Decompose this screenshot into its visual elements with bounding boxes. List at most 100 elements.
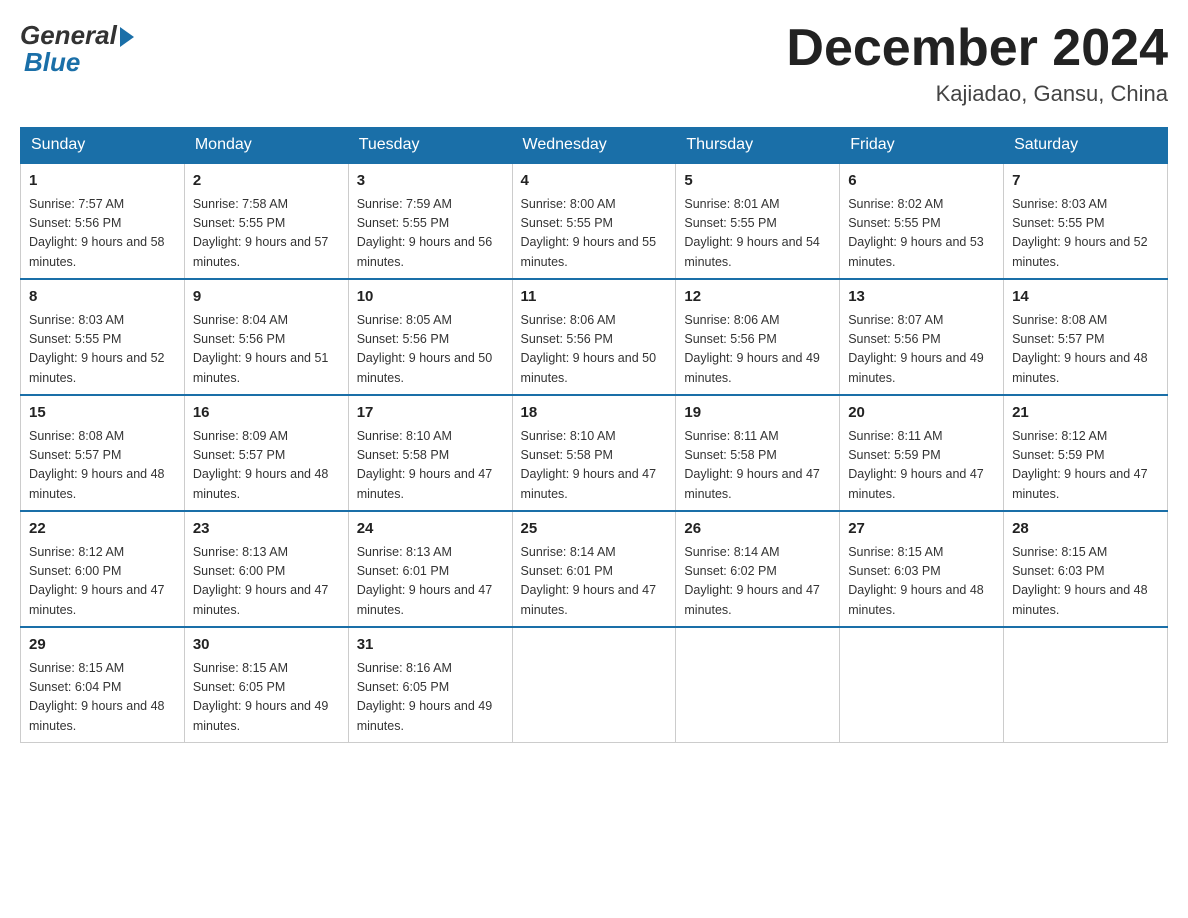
day-number: 25 bbox=[521, 518, 668, 541]
calendar-header-monday: Monday bbox=[184, 128, 348, 164]
calendar-cell: 1Sunrise: 7:57 AMSunset: 5:56 PMDaylight… bbox=[21, 163, 185, 279]
title-block: December 2024 Kajiadao, Gansu, China bbox=[786, 20, 1168, 107]
calendar-cell: 9Sunrise: 8:04 AMSunset: 5:56 PMDaylight… bbox=[184, 279, 348, 395]
calendar-cell: 5Sunrise: 8:01 AMSunset: 5:55 PMDaylight… bbox=[676, 163, 840, 279]
calendar-cell: 12Sunrise: 8:06 AMSunset: 5:56 PMDayligh… bbox=[676, 279, 840, 395]
day-sun-info: Sunrise: 8:06 AMSunset: 5:56 PMDaylight:… bbox=[521, 311, 668, 389]
day-sun-info: Sunrise: 8:04 AMSunset: 5:56 PMDaylight:… bbox=[193, 311, 340, 389]
calendar-cell: 18Sunrise: 8:10 AMSunset: 5:58 PMDayligh… bbox=[512, 395, 676, 511]
calendar-cell: 3Sunrise: 7:59 AMSunset: 5:55 PMDaylight… bbox=[348, 163, 512, 279]
calendar-week-row: 22Sunrise: 8:12 AMSunset: 6:00 PMDayligh… bbox=[21, 511, 1168, 627]
day-number: 23 bbox=[193, 518, 340, 541]
calendar-cell: 2Sunrise: 7:58 AMSunset: 5:55 PMDaylight… bbox=[184, 163, 348, 279]
day-sun-info: Sunrise: 8:15 AMSunset: 6:03 PMDaylight:… bbox=[1012, 543, 1159, 621]
calendar-week-row: 29Sunrise: 8:15 AMSunset: 6:04 PMDayligh… bbox=[21, 627, 1168, 743]
calendar-cell: 21Sunrise: 8:12 AMSunset: 5:59 PMDayligh… bbox=[1004, 395, 1168, 511]
day-sun-info: Sunrise: 8:06 AMSunset: 5:56 PMDaylight:… bbox=[684, 311, 831, 389]
calendar-header-sunday: Sunday bbox=[21, 128, 185, 164]
calendar-cell: 25Sunrise: 8:14 AMSunset: 6:01 PMDayligh… bbox=[512, 511, 676, 627]
day-sun-info: Sunrise: 8:14 AMSunset: 6:02 PMDaylight:… bbox=[684, 543, 831, 621]
day-number: 14 bbox=[1012, 286, 1159, 309]
calendar-cell bbox=[1004, 627, 1168, 743]
day-number: 21 bbox=[1012, 402, 1159, 425]
day-sun-info: Sunrise: 8:16 AMSunset: 6:05 PMDaylight:… bbox=[357, 659, 504, 737]
day-number: 18 bbox=[521, 402, 668, 425]
calendar-cell: 8Sunrise: 8:03 AMSunset: 5:55 PMDaylight… bbox=[21, 279, 185, 395]
calendar-cell: 28Sunrise: 8:15 AMSunset: 6:03 PMDayligh… bbox=[1004, 511, 1168, 627]
day-number: 28 bbox=[1012, 518, 1159, 541]
month-title: December 2024 bbox=[786, 20, 1168, 77]
calendar-header-friday: Friday bbox=[840, 128, 1004, 164]
day-sun-info: Sunrise: 8:15 AMSunset: 6:05 PMDaylight:… bbox=[193, 659, 340, 737]
day-sun-info: Sunrise: 8:11 AMSunset: 5:58 PMDaylight:… bbox=[684, 427, 831, 505]
calendar-week-row: 15Sunrise: 8:08 AMSunset: 5:57 PMDayligh… bbox=[21, 395, 1168, 511]
day-number: 26 bbox=[684, 518, 831, 541]
calendar-cell: 7Sunrise: 8:03 AMSunset: 5:55 PMDaylight… bbox=[1004, 163, 1168, 279]
day-sun-info: Sunrise: 8:07 AMSunset: 5:56 PMDaylight:… bbox=[848, 311, 995, 389]
day-sun-info: Sunrise: 8:10 AMSunset: 5:58 PMDaylight:… bbox=[357, 427, 504, 505]
day-number: 12 bbox=[684, 286, 831, 309]
calendar-week-row: 1Sunrise: 7:57 AMSunset: 5:56 PMDaylight… bbox=[21, 163, 1168, 279]
day-number: 19 bbox=[684, 402, 831, 425]
calendar-cell: 22Sunrise: 8:12 AMSunset: 6:00 PMDayligh… bbox=[21, 511, 185, 627]
day-sun-info: Sunrise: 8:03 AMSunset: 5:55 PMDaylight:… bbox=[1012, 195, 1159, 273]
day-number: 24 bbox=[357, 518, 504, 541]
day-sun-info: Sunrise: 8:01 AMSunset: 5:55 PMDaylight:… bbox=[684, 195, 831, 273]
calendar-cell: 13Sunrise: 8:07 AMSunset: 5:56 PMDayligh… bbox=[840, 279, 1004, 395]
day-number: 15 bbox=[29, 402, 176, 425]
day-number: 8 bbox=[29, 286, 176, 309]
calendar-cell: 23Sunrise: 8:13 AMSunset: 6:00 PMDayligh… bbox=[184, 511, 348, 627]
calendar-cell: 26Sunrise: 8:14 AMSunset: 6:02 PMDayligh… bbox=[676, 511, 840, 627]
calendar-cell: 16Sunrise: 8:09 AMSunset: 5:57 PMDayligh… bbox=[184, 395, 348, 511]
day-sun-info: Sunrise: 8:15 AMSunset: 6:04 PMDaylight:… bbox=[29, 659, 176, 737]
day-number: 17 bbox=[357, 402, 504, 425]
day-number: 29 bbox=[29, 634, 176, 657]
calendar-cell: 10Sunrise: 8:05 AMSunset: 5:56 PMDayligh… bbox=[348, 279, 512, 395]
day-number: 31 bbox=[357, 634, 504, 657]
calendar-cell: 17Sunrise: 8:10 AMSunset: 5:58 PMDayligh… bbox=[348, 395, 512, 511]
day-sun-info: Sunrise: 8:15 AMSunset: 6:03 PMDaylight:… bbox=[848, 543, 995, 621]
day-sun-info: Sunrise: 8:10 AMSunset: 5:58 PMDaylight:… bbox=[521, 427, 668, 505]
calendar-cell bbox=[676, 627, 840, 743]
day-number: 1 bbox=[29, 170, 176, 193]
day-sun-info: Sunrise: 8:08 AMSunset: 5:57 PMDaylight:… bbox=[29, 427, 176, 505]
day-number: 7 bbox=[1012, 170, 1159, 193]
location-subtitle: Kajiadao, Gansu, China bbox=[786, 81, 1168, 107]
day-sun-info: Sunrise: 8:14 AMSunset: 6:01 PMDaylight:… bbox=[521, 543, 668, 621]
day-sun-info: Sunrise: 8:00 AMSunset: 5:55 PMDaylight:… bbox=[521, 195, 668, 273]
day-number: 3 bbox=[357, 170, 504, 193]
day-number: 4 bbox=[521, 170, 668, 193]
day-sun-info: Sunrise: 8:11 AMSunset: 5:59 PMDaylight:… bbox=[848, 427, 995, 505]
day-number: 2 bbox=[193, 170, 340, 193]
day-sun-info: Sunrise: 8:08 AMSunset: 5:57 PMDaylight:… bbox=[1012, 311, 1159, 389]
day-sun-info: Sunrise: 8:12 AMSunset: 5:59 PMDaylight:… bbox=[1012, 427, 1159, 505]
day-number: 5 bbox=[684, 170, 831, 193]
day-sun-info: Sunrise: 8:05 AMSunset: 5:56 PMDaylight:… bbox=[357, 311, 504, 389]
day-number: 11 bbox=[521, 286, 668, 309]
calendar-cell: 11Sunrise: 8:06 AMSunset: 5:56 PMDayligh… bbox=[512, 279, 676, 395]
day-number: 22 bbox=[29, 518, 176, 541]
day-number: 13 bbox=[848, 286, 995, 309]
day-number: 16 bbox=[193, 402, 340, 425]
calendar-cell: 24Sunrise: 8:13 AMSunset: 6:01 PMDayligh… bbox=[348, 511, 512, 627]
calendar-cell: 4Sunrise: 8:00 AMSunset: 5:55 PMDaylight… bbox=[512, 163, 676, 279]
calendar-table: SundayMondayTuesdayWednesdayThursdayFrid… bbox=[20, 127, 1168, 743]
day-sun-info: Sunrise: 8:13 AMSunset: 6:00 PMDaylight:… bbox=[193, 543, 340, 621]
calendar-cell: 20Sunrise: 8:11 AMSunset: 5:59 PMDayligh… bbox=[840, 395, 1004, 511]
calendar-cell: 15Sunrise: 8:08 AMSunset: 5:57 PMDayligh… bbox=[21, 395, 185, 511]
calendar-header-row: SundayMondayTuesdayWednesdayThursdayFrid… bbox=[21, 128, 1168, 164]
day-sun-info: Sunrise: 7:58 AMSunset: 5:55 PMDaylight:… bbox=[193, 195, 340, 273]
calendar-header-thursday: Thursday bbox=[676, 128, 840, 164]
day-number: 20 bbox=[848, 402, 995, 425]
logo-arrow-icon bbox=[120, 27, 134, 47]
logo: General Blue bbox=[20, 20, 134, 78]
day-number: 27 bbox=[848, 518, 995, 541]
calendar-cell bbox=[512, 627, 676, 743]
day-sun-info: Sunrise: 8:02 AMSunset: 5:55 PMDaylight:… bbox=[848, 195, 995, 273]
calendar-cell: 14Sunrise: 8:08 AMSunset: 5:57 PMDayligh… bbox=[1004, 279, 1168, 395]
day-number: 9 bbox=[193, 286, 340, 309]
calendar-cell: 27Sunrise: 8:15 AMSunset: 6:03 PMDayligh… bbox=[840, 511, 1004, 627]
calendar-header-wednesday: Wednesday bbox=[512, 128, 676, 164]
day-sun-info: Sunrise: 8:09 AMSunset: 5:57 PMDaylight:… bbox=[193, 427, 340, 505]
page-header: General Blue December 2024 Kajiadao, Gan… bbox=[20, 20, 1168, 107]
